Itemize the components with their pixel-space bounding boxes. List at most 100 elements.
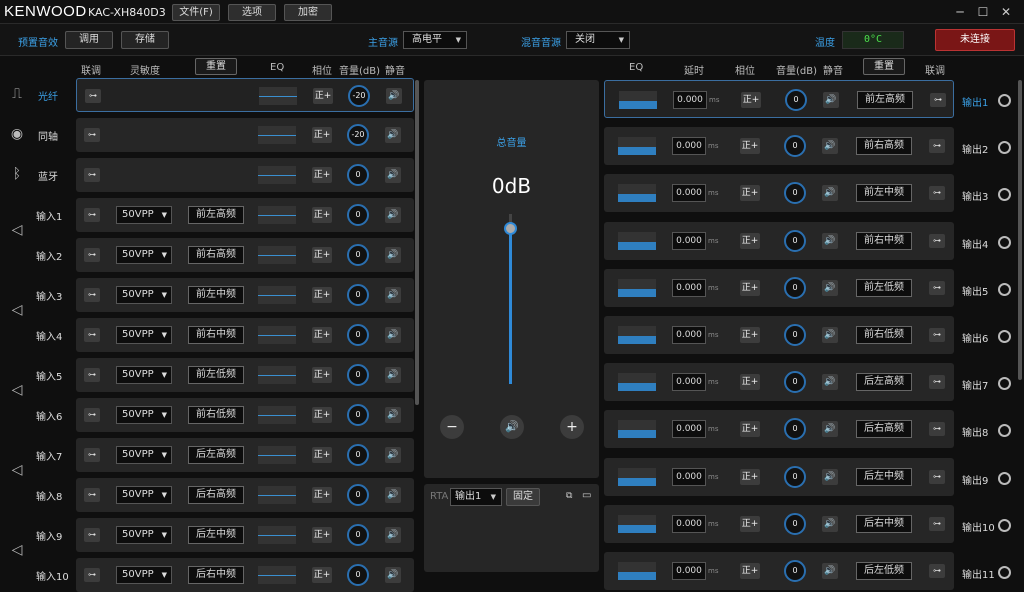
output-row[interactable]: 0.000 ms 正+ 0 🔊 前左低频 ⊶ (604, 268, 954, 307)
output-row[interactable]: 0.000 ms 正+ 0 🔊 前左中频 ⊶ (604, 174, 954, 213)
channel-name[interactable]: 前左低频 (188, 366, 244, 384)
phase-button[interactable]: 正+ (740, 232, 760, 249)
input-row[interactable]: ⊶ 50VPP ▼ 后左高频 正+ 0 🔊 (76, 438, 414, 472)
output-row[interactable]: 0.000 ms 正+ 0 🔊 前右中频 ⊶ (604, 221, 954, 260)
input-row[interactable]: ⊶ 50VPP ▼ 后右中频 正+ 0 🔊 (76, 558, 414, 592)
connect-button[interactable]: 未连接 (935, 29, 1015, 51)
phase-button[interactable]: 正+ (740, 515, 760, 532)
rta-output-select[interactable]: 输出1 ▼ (450, 488, 502, 506)
channel-name[interactable]: 前左低频 (856, 278, 912, 297)
phase-button[interactable]: 正+ (740, 421, 760, 438)
close-icon[interactable]: ✕ (998, 4, 1014, 20)
channel-name[interactable]: 后右中频 (856, 514, 912, 533)
eq-preview[interactable] (618, 137, 656, 156)
volume-knob[interactable]: 0 (784, 465, 806, 488)
mute-button[interactable]: 🔊 (385, 447, 401, 463)
eq-preview[interactable] (258, 446, 296, 464)
output-radio[interactable] (998, 141, 1011, 155)
reset-left-button[interactable]: 重置 (195, 58, 237, 75)
link-icon[interactable]: ⊶ (929, 139, 945, 154)
mute-button[interactable]: 🔊 (386, 88, 402, 104)
output-row[interactable]: 0.000 ms 正+ 0 🔊 前右高频 ⊶ (604, 127, 954, 166)
eq-preview[interactable] (618, 326, 656, 344)
sensitivity-select[interactable]: 50VPP ▼ (116, 446, 172, 464)
eq-preview[interactable] (258, 326, 296, 344)
mute-button[interactable]: 🔊 (385, 487, 401, 503)
link-icon[interactable]: ⊶ (930, 93, 946, 107)
mute-button[interactable]: 🔊 (822, 138, 838, 155)
sensitivity-select[interactable]: 50VPP ▼ (116, 326, 172, 344)
input-row[interactable]: ⊶ 正+ -20 🔊 (76, 118, 414, 152)
eq-preview[interactable] (258, 206, 296, 224)
mute-button[interactable]: 🔊 (385, 287, 401, 303)
eq-preview[interactable] (258, 126, 296, 144)
channel-name[interactable]: 前左高频 (188, 206, 244, 224)
phase-button[interactable]: 正+ (312, 287, 332, 303)
phase-button[interactable]: 正+ (740, 327, 760, 343)
phase-button[interactable]: 正+ (312, 367, 332, 383)
sensitivity-select[interactable]: 50VPP ▼ (116, 246, 172, 264)
delay-input[interactable]: 0.000 (672, 184, 706, 203)
channel-name[interactable]: 后左高频 (188, 446, 244, 464)
channel-name[interactable]: 前左中频 (188, 286, 244, 304)
store-button[interactable]: 存储 (121, 31, 169, 49)
delay-input[interactable]: 0.000 (672, 373, 706, 392)
delay-input[interactable]: 0.000 (672, 326, 706, 344)
mute-button[interactable]: 🔊 (385, 527, 401, 543)
sensitivity-select[interactable]: 50VPP ▼ (116, 486, 172, 504)
channel-name[interactable]: 后左中频 (856, 467, 912, 486)
sensitivity-select[interactable]: 50VPP ▼ (116, 206, 172, 224)
channel-name[interactable]: 前右低频 (856, 326, 912, 344)
mute-button[interactable]: 🔊 (385, 247, 401, 263)
link-icon[interactable]: ⊶ (84, 128, 100, 142)
eq-preview[interactable] (258, 246, 296, 264)
delay-input[interactable]: 0.000 (672, 514, 706, 533)
master-slider-thumb[interactable] (504, 222, 517, 235)
volume-knob[interactable]: 0 (347, 364, 369, 386)
rta-fix-button[interactable]: 固定 (506, 488, 540, 506)
eq-preview[interactable] (618, 373, 656, 392)
channel-name[interactable]: 后左低频 (856, 562, 912, 580)
phase-button[interactable]: 正+ (312, 207, 332, 223)
channel-name[interactable]: 前右高频 (856, 137, 912, 156)
main-source-select[interactable]: 高电平 ▼ (403, 31, 467, 49)
menu-file[interactable]: 文件(F) (172, 4, 220, 21)
link-icon[interactable]: ⊶ (84, 488, 100, 502)
menu-encrypt[interactable]: 加密 (284, 4, 332, 21)
sensitivity-select[interactable]: 50VPP ▼ (116, 526, 172, 544)
link-icon[interactable]: ⊶ (84, 528, 100, 542)
phase-button[interactable]: 正+ (312, 127, 332, 143)
delay-input[interactable]: 0.000 (672, 562, 706, 580)
channel-name[interactable]: 后左中频 (188, 526, 244, 544)
sensitivity-select[interactable]: 50VPP ▼ (116, 286, 172, 304)
input-row[interactable]: ⊶ 50VPP ▼ 后右高频 正+ 0 🔊 (76, 478, 414, 512)
output-radio[interactable] (998, 471, 1011, 485)
delay-input[interactable]: 0.000 (672, 420, 706, 439)
volume-knob[interactable]: 0 (347, 484, 369, 506)
mute-button[interactable]: 🔊 (822, 515, 838, 532)
mute-button[interactable]: 🔊 (823, 92, 839, 108)
phase-button[interactable]: 正+ (312, 247, 332, 263)
delay-input[interactable]: 0.000 (672, 467, 706, 486)
phase-button[interactable]: 正+ (312, 327, 332, 343)
eq-preview[interactable] (258, 406, 296, 424)
right-scrollbar[interactable] (1018, 80, 1022, 380)
volume-plus-button[interactable]: + (560, 415, 584, 439)
link-icon[interactable]: ⊶ (929, 375, 945, 390)
eq-preview[interactable] (258, 166, 296, 184)
eq-preview[interactable] (619, 91, 657, 109)
volume-knob[interactable]: 0 (784, 229, 806, 252)
mute-button[interactable]: 🔊 (385, 407, 401, 423)
input-row[interactable]: ⊶ 50VPP ▼ 前左中频 正+ 0 🔊 (76, 278, 414, 312)
channel-name[interactable]: 后右高频 (188, 486, 244, 504)
link-icon[interactable]: ⊶ (85, 89, 101, 103)
output-row[interactable]: 0.000 ms 正+ 0 🔊 后右高频 ⊶ (604, 410, 954, 449)
channel-name[interactable]: 后右中频 (188, 566, 244, 584)
phase-button[interactable]: 正+ (312, 407, 332, 423)
output-radio[interactable] (998, 424, 1011, 438)
volume-knob[interactable]: 0 (347, 564, 369, 586)
volume-minus-button[interactable]: − (440, 415, 464, 439)
volume-knob[interactable]: 0 (784, 324, 806, 346)
eq-preview[interactable] (259, 87, 297, 105)
link-icon[interactable]: ⊶ (84, 448, 100, 462)
